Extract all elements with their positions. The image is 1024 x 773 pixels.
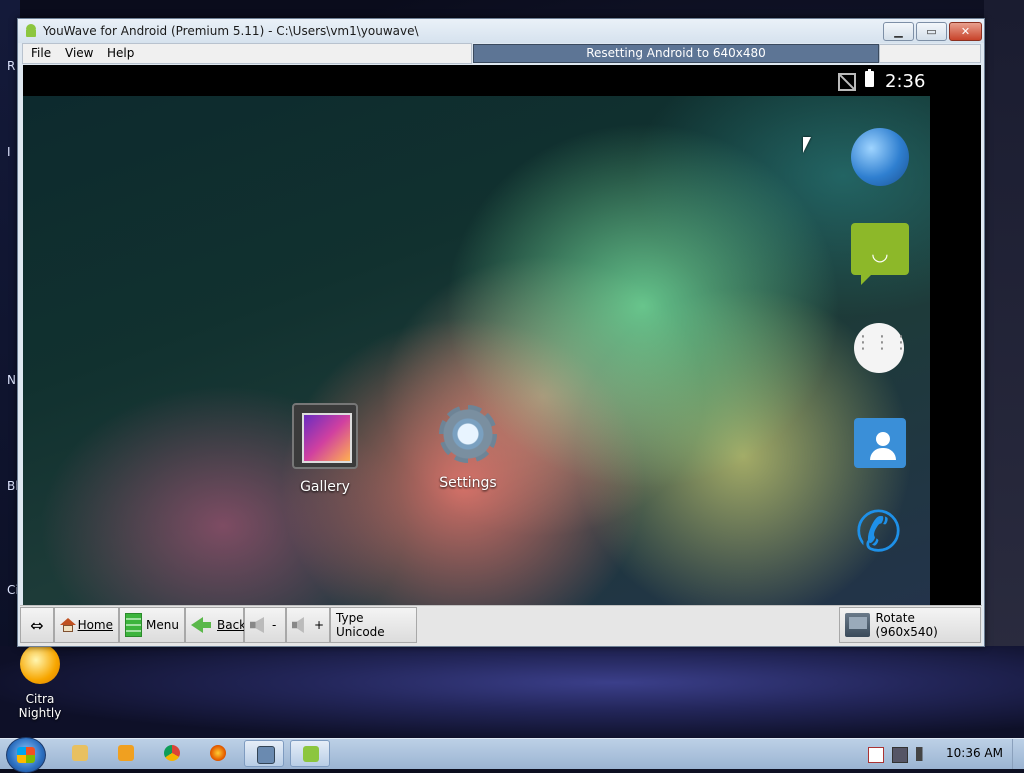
mouse-cursor [803, 137, 811, 153]
minimize-icon: ▁ [894, 25, 903, 38]
taskbar-clock[interactable]: 10:36 AM [946, 746, 1003, 760]
desktop-wallpaper [0, 646, 1024, 738]
rotate-label: Rotate (960x540) [875, 611, 938, 639]
rotate-button[interactable]: Rotate (960x540) [839, 607, 981, 643]
firefox-icon [210, 745, 226, 761]
desktop-icon-label-fragment[interactable]: I [7, 145, 11, 159]
android-screen[interactable]: 2:36 Gallery Settings ◡ ⋮⋮⋮ ✆ [23, 65, 981, 605]
progress-text: Resetting Android to 640x480 [586, 46, 766, 60]
shortcut-label: Settings [439, 475, 497, 491]
volume-up-button[interactable]: + [286, 607, 330, 643]
gallery-icon [292, 403, 358, 469]
menu-view[interactable]: View [65, 46, 93, 60]
app-drawer-icon[interactable]: ⋮⋮⋮ [854, 323, 910, 373]
globe-icon[interactable] [851, 128, 909, 186]
resize-button[interactable]: ⇔ [20, 607, 54, 643]
action-center-icon[interactable] [868, 747, 884, 763]
shortcut-label: Gallery [300, 479, 350, 495]
desktop-icon-label-fragment[interactable]: R [7, 59, 15, 73]
menu-icon [125, 613, 143, 637]
volume-up-label: + [313, 618, 324, 632]
desktop-icon-label: Citra Nightly [18, 692, 62, 720]
desktop-icon-label-fragment[interactable]: N [7, 373, 16, 387]
citra-icon [20, 644, 60, 684]
sms-icon[interactable]: ◡ [851, 223, 909, 285]
taskbar-explorer[interactable] [60, 740, 100, 767]
volume-down-button[interactable]: - [244, 607, 286, 643]
status-progress-bar: Resetting Android to 640x480 [473, 44, 879, 63]
close-button[interactable]: ✕ [949, 22, 982, 41]
back-arrow-icon [191, 617, 211, 633]
rotate-icon [845, 613, 870, 637]
chrome-icon [164, 745, 180, 761]
home-label: Home [77, 618, 113, 632]
home-shortcut-gallery[interactable]: Gallery [285, 403, 365, 495]
home-shortcut-settings[interactable]: Settings [428, 403, 508, 491]
taskbar-media-player[interactable] [106, 740, 146, 767]
media-player-icon [118, 745, 134, 761]
back-label: Back [217, 618, 247, 632]
phone-icon[interactable]: ✆ [851, 503, 909, 565]
taskbar-chrome[interactable] [152, 740, 192, 767]
menu-file[interactable]: File [31, 46, 51, 60]
explorer-icon [72, 745, 88, 761]
volume-icon [250, 617, 264, 633]
android-wallpaper[interactable] [23, 96, 930, 605]
back-button[interactable]: Back [185, 607, 247, 643]
home-icon [60, 618, 76, 632]
menu-button[interactable]: Menu [119, 607, 185, 643]
maximize-button[interactable]: ▭ [916, 22, 947, 41]
minimize-button[interactable]: ▁ [883, 22, 914, 41]
title-bar[interactable]: YouWave for Android (Premium 5.11) - C:\… [18, 19, 984, 43]
type-unicode-label: Type Unicode [336, 611, 385, 639]
menu-bar: File View Help [22, 43, 472, 64]
no-sim-icon [838, 73, 856, 91]
close-icon: ✕ [960, 25, 971, 38]
desktop-right-edge [984, 0, 1024, 738]
network-icon[interactable] [892, 747, 908, 763]
youwave-icon [303, 746, 319, 762]
windows-logo-icon [17, 747, 35, 763]
volume-icon[interactable] [916, 747, 930, 761]
android-side-margin [930, 96, 981, 605]
contacts-icon[interactable] [854, 418, 906, 468]
settings-gear-icon [437, 403, 499, 465]
window-title: YouWave for Android (Premium 5.11) - C:\… [43, 24, 419, 38]
home-button[interactable]: Home [54, 607, 119, 643]
taskbar-firefox[interactable] [198, 740, 238, 767]
taskbar-remote[interactable] [244, 740, 284, 767]
battery-icon [865, 69, 874, 87]
windows-taskbar: 10:36 AM [0, 737, 1024, 773]
menu-label: Menu [146, 618, 179, 632]
android-status-bar[interactable]: 2:36 [23, 65, 981, 96]
show-desktop-button[interactable] [1012, 739, 1024, 769]
desktop-icon-citra[interactable]: Citra Nightly [4, 644, 76, 720]
menu-help[interactable]: Help [107, 46, 134, 60]
maximize-icon: ▭ [926, 25, 937, 38]
android-app-icon [26, 24, 36, 37]
remote-icon [257, 746, 275, 764]
volume-icon [292, 617, 304, 633]
taskbar-youwave[interactable] [290, 740, 330, 767]
resize-icon: ⇔ [30, 615, 44, 635]
android-clock: 2:36 [885, 71, 926, 92]
status-bar-spacer [879, 44, 981, 63]
emulator-toolbar: ⇔ Home Menu Back - + Type Unicode Rotate… [20, 605, 982, 646]
volume-down-label: - [272, 618, 277, 632]
type-unicode-button[interactable]: Type Unicode [330, 607, 417, 643]
youwave-window: YouWave for Android (Premium 5.11) - C:\… [17, 18, 985, 647]
